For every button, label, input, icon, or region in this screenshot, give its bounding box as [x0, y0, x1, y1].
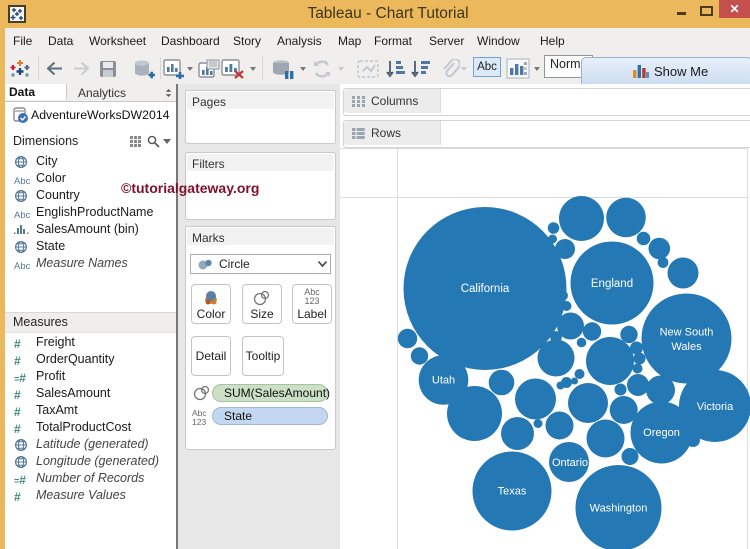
svg-text:California: California — [461, 283, 510, 295]
svg-text:England: England — [591, 278, 633, 290]
svg-text:New South: New South — [660, 327, 714, 339]
svg-text:Ontario: Ontario — [552, 457, 588, 469]
svg-text:Victoria: Victoria — [697, 401, 734, 413]
svg-text:Washington: Washington — [590, 503, 648, 515]
svg-text:Utah: Utah — [432, 375, 455, 387]
svg-text:Wales: Wales — [671, 341, 702, 353]
svg-text:Texas: Texas — [498, 486, 527, 498]
svg-text:Oregon: Oregon — [643, 427, 680, 439]
